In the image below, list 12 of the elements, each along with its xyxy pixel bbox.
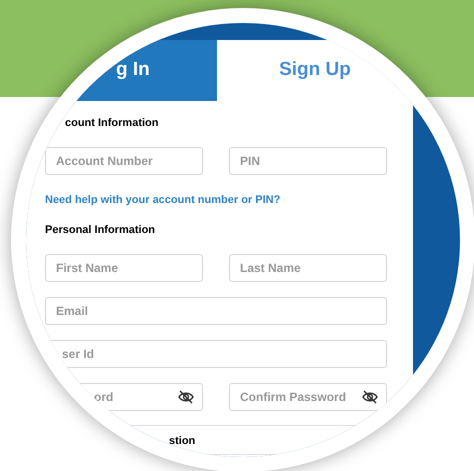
eye-slash-icon[interactable] (362, 390, 378, 404)
section-heading: count Information (64, 116, 160, 130)
help-link[interactable]: Need help with your account number or PIN? (45, 193, 387, 207)
input-field[interactable]: Account Number (45, 147, 203, 175)
input-field[interactable]: PIN (229, 147, 387, 175)
input-field[interactable]: First Name (45, 254, 203, 282)
password-field[interactable]: Confirm Password (229, 383, 387, 411)
input-field[interactable]: Last Name (229, 254, 387, 282)
section-heading: Personal Information (45, 223, 156, 237)
section-heading: stion (168, 434, 196, 448)
eye-slash-icon[interactable] (178, 390, 194, 404)
input-field[interactable]: Email (45, 297, 387, 325)
